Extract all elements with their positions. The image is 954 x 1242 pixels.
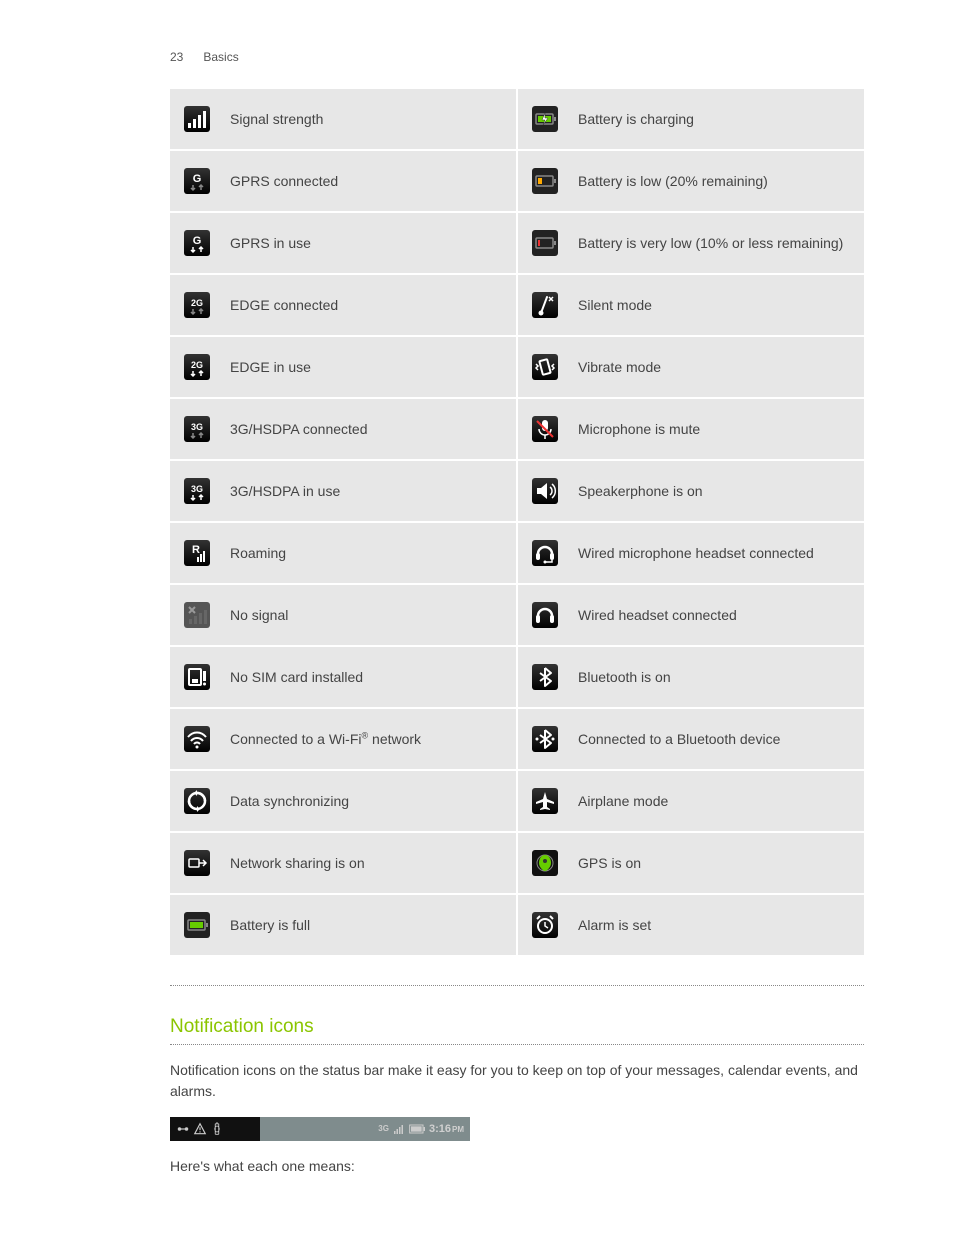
icon-label: Alarm is set — [578, 916, 651, 934]
page-header: 23 Basics — [170, 50, 864, 64]
gps-on-icon — [532, 850, 558, 876]
icon-entry-signal-strength: Signal strength — [170, 89, 516, 149]
icon-label: Roaming — [230, 544, 286, 562]
icon-label: 3G/HSDPA connected — [230, 420, 367, 438]
edge-in-use-icon — [184, 354, 210, 380]
icon-entry-3g-connected: 3G/HSDPA connected — [170, 399, 516, 459]
battery-low-icon — [532, 168, 558, 194]
roaming-icon — [184, 540, 210, 566]
bluetooth-on-icon — [532, 664, 558, 690]
icon-entry-gprs-in-use: GPRS in use — [170, 213, 516, 273]
data-sync-icon — [184, 788, 210, 814]
icon-entry-gps-on: GPS is on — [518, 833, 864, 893]
vibrate-mode-icon — [532, 354, 558, 380]
icon-entry-alarm-set: Alarm is set — [518, 895, 864, 955]
icon-label: Speakerphone is on — [578, 482, 703, 500]
icon-entry-edge-in-use: EDGE in use — [170, 337, 516, 397]
icon-reference-grid: Signal strength Battery is charging GPRS c… — [170, 89, 864, 955]
icon-label: Connected to a Bluetooth device — [578, 730, 780, 748]
bluetooth-connected-icon — [532, 726, 558, 752]
icon-label: Bluetooth is on — [578, 668, 671, 686]
icon-label: Airplane mode — [578, 792, 668, 810]
icon-label: Battery is full — [230, 916, 310, 934]
icon-label: GPRS in use — [230, 234, 311, 252]
icon-label: EDGE connected — [230, 296, 338, 314]
battery-full-icon — [184, 912, 210, 938]
icon-entry-edge-connected: EDGE connected — [170, 275, 516, 335]
divider — [170, 985, 864, 986]
statusbar-left-icons — [176, 1122, 224, 1136]
3g-connected-icon — [184, 416, 210, 442]
icon-label: Battery is low (20% remaining) — [578, 172, 768, 190]
icon-entry-3g-in-use: 3G/HSDPA in use — [170, 461, 516, 521]
icon-entry-battery-low: Battery is low (20% remaining) — [518, 151, 864, 211]
mic-mute-icon — [532, 416, 558, 442]
icon-label: Wired headset connected — [578, 606, 737, 624]
icon-label: GPS is on — [578, 854, 641, 872]
icon-label: GPRS connected — [230, 172, 338, 190]
signal-strength-icon — [184, 106, 210, 132]
icon-entry-bluetooth-on: Bluetooth is on — [518, 647, 864, 707]
icon-label: Data synchronizing — [230, 792, 349, 810]
icon-label: Wired microphone headset connected — [578, 544, 814, 562]
icon-entry-bluetooth-connected: Connected to a Bluetooth device — [518, 709, 864, 769]
3g-in-use-icon — [184, 478, 210, 504]
icon-label: Silent mode — [578, 296, 652, 314]
battery-charging-icon — [532, 106, 558, 132]
no-sim-icon — [184, 664, 210, 690]
icon-label: No SIM card installed — [230, 668, 363, 686]
icon-entry-battery-charging: Battery is charging — [518, 89, 864, 149]
edge-connected-icon — [184, 292, 210, 318]
icon-label: Microphone is mute — [578, 420, 700, 438]
statusbar-screenshot: 3G 3:16PM — [170, 1117, 470, 1141]
alarm-set-icon — [532, 912, 558, 938]
wired-mic-headset-icon — [532, 540, 558, 566]
gprs-connected-icon — [184, 168, 210, 194]
icon-label: Vibrate mode — [578, 358, 661, 376]
icon-entry-wired-mic-headset: Wired microphone headset connected — [518, 523, 864, 583]
icon-entry-airplane-mode: Airplane mode — [518, 771, 864, 831]
divider — [170, 1044, 864, 1045]
icon-entry-data-sync: Data synchronizing — [170, 771, 516, 831]
icon-label: Battery is charging — [578, 110, 694, 128]
icon-entry-vibrate-mode: Vibrate mode — [518, 337, 864, 397]
no-signal-icon — [184, 602, 210, 628]
icon-label: EDGE in use — [230, 358, 311, 376]
statusbar-right-icons: 3G 3:16PM — [378, 1123, 464, 1135]
icon-entry-no-sim: No SIM card installed — [170, 647, 516, 707]
section-body: Notification icons on the status bar mak… — [170, 1060, 864, 1102]
icon-entry-mic-mute: Microphone is mute — [518, 399, 864, 459]
airplane-mode-icon — [532, 788, 558, 814]
icon-label: 3G/HSDPA in use — [230, 482, 340, 500]
icon-entry-battery-very-low: Battery is very low (10% or less remaini… — [518, 213, 864, 273]
silent-mode-icon — [532, 292, 558, 318]
icon-entry-roaming: Roaming — [170, 523, 516, 583]
icon-label: No signal — [230, 606, 288, 624]
statusbar-time: 3:16PM — [429, 1123, 464, 1135]
icon-label: Connected to a Wi-Fi® network — [230, 730, 421, 748]
page-number: 23 — [170, 50, 200, 64]
icon-label: Network sharing is on — [230, 854, 365, 872]
icon-entry-wired-headset: Wired headset connected — [518, 585, 864, 645]
icon-entry-wifi: Connected to a Wi-Fi® network — [170, 709, 516, 769]
icon-entry-gprs-connected: GPRS connected — [170, 151, 516, 211]
gprs-in-use-icon — [184, 230, 210, 256]
chapter-title: Basics — [203, 50, 238, 64]
wired-headset-icon — [532, 602, 558, 628]
icon-label: Battery is very low (10% or less remaini… — [578, 234, 843, 252]
closing-text: Here's what each one means: — [170, 1156, 864, 1177]
icon-entry-speakerphone: Speakerphone is on — [518, 461, 864, 521]
speakerphone-icon — [532, 478, 558, 504]
battery-very-low-icon — [532, 230, 558, 256]
icon-entry-no-signal: No signal — [170, 585, 516, 645]
icon-entry-network-sharing: Network sharing is on — [170, 833, 516, 893]
wifi-icon — [184, 726, 210, 752]
section-heading: Notification icons — [170, 1016, 864, 1038]
icon-entry-silent-mode: Silent mode — [518, 275, 864, 335]
network-sharing-icon — [184, 850, 210, 876]
icon-label: Signal strength — [230, 110, 323, 128]
icon-entry-battery-full: Battery is full — [170, 895, 516, 955]
